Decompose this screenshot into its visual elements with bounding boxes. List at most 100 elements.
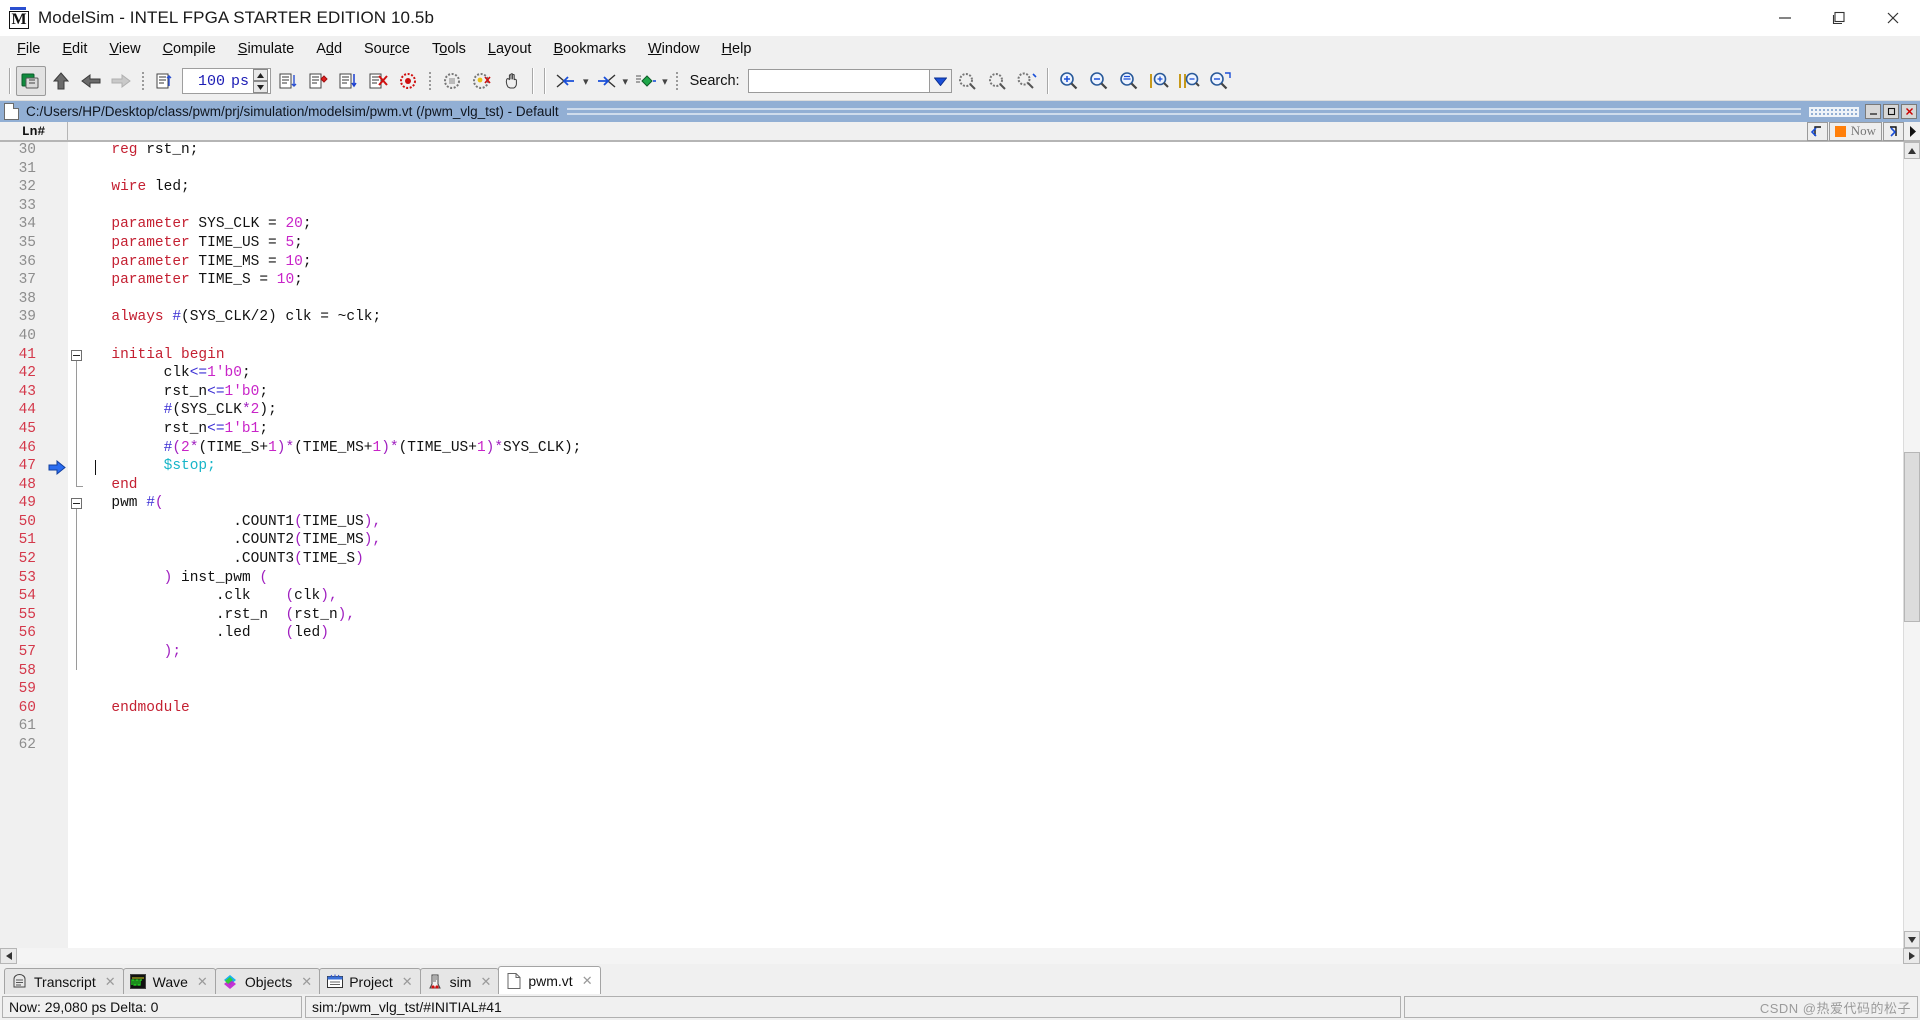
- code-line[interactable]: parameter TIME_MS = 10;: [86, 254, 1903, 273]
- code-line[interactable]: rst_n<=1'b1;: [86, 421, 1903, 440]
- code-line[interactable]: endmodule: [86, 700, 1903, 719]
- tab-close-icon[interactable]: ✕: [197, 974, 208, 990]
- code-line[interactable]: [86, 718, 1903, 737]
- code-line[interactable]: .COUNT1(TIME_US),: [86, 514, 1903, 533]
- bookmark-nav-dropdown[interactable]: ▾: [662, 75, 668, 88]
- vertical-scroll-track[interactable]: [1904, 159, 1920, 931]
- code-line[interactable]: parameter TIME_US = 5;: [86, 235, 1903, 254]
- zoom-in-icon[interactable]: [1054, 66, 1084, 96]
- menu-tools[interactable]: Tools: [421, 38, 477, 60]
- menu-add[interactable]: Add: [305, 38, 353, 60]
- tab-project[interactable]: Project ✕: [319, 968, 421, 994]
- maximize-button[interactable]: [1812, 0, 1866, 36]
- document-minimize-button[interactable]: [1865, 104, 1881, 119]
- tab-objects[interactable]: Objects ✕: [214, 968, 321, 994]
- code-line[interactable]: clk<=1'b0;: [86, 365, 1903, 384]
- editor-horizontal-scrollbar[interactable]: [0, 948, 1920, 964]
- tab-close-icon[interactable]: ✕: [480, 974, 491, 990]
- tab-wave[interactable]: Wave ✕: [122, 968, 216, 994]
- code-line[interactable]: parameter TIME_S = 10;: [86, 272, 1903, 291]
- code-line[interactable]: [86, 681, 1903, 700]
- code-line[interactable]: [86, 663, 1903, 682]
- fold-toggle-initial[interactable]: [71, 349, 82, 361]
- code-line[interactable]: #(2*(TIME_S+1)*(TIME_MS+1)*(TIME_US+1)*S…: [86, 440, 1903, 459]
- code-line[interactable]: .clk (clk),: [86, 588, 1903, 607]
- code-line[interactable]: [86, 198, 1903, 217]
- compile-icon[interactable]: [16, 66, 46, 96]
- code-line[interactable]: [86, 328, 1903, 347]
- scroll-down-button[interactable]: [1904, 931, 1920, 948]
- header-overflow-arrow[interactable]: [1906, 122, 1920, 141]
- step-forward-icon[interactable]: [591, 66, 621, 96]
- menu-file[interactable]: File: [6, 38, 51, 60]
- stepper-up[interactable]: [253, 69, 269, 81]
- document-close-button[interactable]: [1901, 104, 1917, 119]
- break-icon[interactable]: [363, 66, 393, 96]
- menu-source[interactable]: Source: [353, 38, 421, 60]
- code-line[interactable]: $stop;: [86, 458, 1903, 477]
- now-indicator[interactable]: Now: [1828, 121, 1882, 141]
- tab-close-icon[interactable]: ✕: [301, 974, 312, 990]
- code-line[interactable]: #(SYS_CLK*2);: [86, 402, 1903, 421]
- zoom-mode-icon[interactable]: [1204, 66, 1234, 96]
- run-icon[interactable]: [273, 66, 303, 96]
- tab-close-icon[interactable]: ✕: [402, 974, 413, 990]
- code-text-area[interactable]: reg rst_n; wire led; parameter SYS_CLK =…: [86, 142, 1903, 948]
- code-line[interactable]: [86, 737, 1903, 756]
- scroll-left-button[interactable]: [0, 948, 17, 964]
- jump-to-start-icon[interactable]: [1806, 121, 1828, 141]
- stop-icon[interactable]: [393, 66, 423, 96]
- close-button[interactable]: [1866, 0, 1920, 36]
- fold-toggle-pwm[interactable]: [71, 498, 82, 510]
- scroll-up-button[interactable]: [1904, 142, 1920, 159]
- menu-bookmarks[interactable]: Bookmarks: [542, 38, 637, 60]
- code-line[interactable]: .rst_n (rst_n),: [86, 607, 1903, 626]
- search-input[interactable]: [747, 69, 930, 93]
- horizontal-scroll-track[interactable]: [17, 948, 1903, 964]
- coverage-red-icon[interactable]: [467, 66, 497, 96]
- code-line[interactable]: parameter SYS_CLK = 20;: [86, 216, 1903, 235]
- code-fold-gutter[interactable]: [68, 142, 86, 948]
- execution-marker-gutter[interactable]: [46, 142, 68, 948]
- up-arrow-icon[interactable]: [46, 66, 76, 96]
- menu-layout[interactable]: Layout: [477, 38, 543, 60]
- tab-sim[interactable]: sim ✕: [419, 968, 500, 994]
- menu-help[interactable]: Help: [711, 38, 763, 60]
- code-line[interactable]: ) inst_pwm (: [86, 570, 1903, 589]
- code-line[interactable]: [86, 161, 1903, 180]
- menu-view[interactable]: View: [98, 38, 151, 60]
- tab-close-icon[interactable]: ✕: [582, 973, 593, 989]
- stepper-down[interactable]: [253, 81, 269, 93]
- document-restore-button[interactable]: [1883, 104, 1899, 119]
- coverage-icon[interactable]: [437, 66, 467, 96]
- step-back-icon[interactable]: [551, 66, 581, 96]
- zoom-out-icon[interactable]: [1084, 66, 1114, 96]
- find-previous-icon[interactable]: [952, 66, 982, 96]
- step-forward-dropdown[interactable]: ▾: [623, 75, 629, 88]
- run-length-stepper[interactable]: [253, 69, 269, 93]
- scroll-right-button[interactable]: [1903, 948, 1920, 964]
- code-line[interactable]: initial begin: [86, 347, 1903, 366]
- menu-edit[interactable]: Edit: [51, 38, 98, 60]
- code-line[interactable]: .led (led): [86, 625, 1903, 644]
- zoom-between-cursors-icon[interactable]: [1174, 66, 1204, 96]
- menu-compile[interactable]: Compile: [152, 38, 227, 60]
- run-length-field[interactable]: 100 ps: [182, 68, 272, 94]
- minimize-button[interactable]: [1758, 0, 1812, 36]
- code-line[interactable]: reg rst_n;: [86, 142, 1903, 161]
- tab-transcript[interactable]: Transcript ✕: [4, 968, 124, 994]
- search-dropdown-button[interactable]: [929, 69, 952, 93]
- tab-pwm-vt[interactable]: pwm.vt ✕: [498, 966, 601, 994]
- jump-to-end-icon[interactable]: [1883, 121, 1904, 141]
- code-line[interactable]: end: [86, 477, 1903, 496]
- code-line[interactable]: rst_n<=1'b0;: [86, 384, 1903, 403]
- tab-close-icon[interactable]: ✕: [105, 974, 116, 990]
- code-line[interactable]: [86, 291, 1903, 310]
- code-line[interactable]: .COUNT2(TIME_MS),: [86, 532, 1903, 551]
- menu-window[interactable]: Window: [637, 38, 711, 60]
- vertical-scroll-thumb[interactable]: [1904, 452, 1920, 623]
- find-next-icon[interactable]: [982, 66, 1012, 96]
- restart-simulation-icon[interactable]: [150, 66, 180, 96]
- run-all-icon[interactable]: [333, 66, 363, 96]
- forward-arrow-disabled-icon[interactable]: [106, 66, 136, 96]
